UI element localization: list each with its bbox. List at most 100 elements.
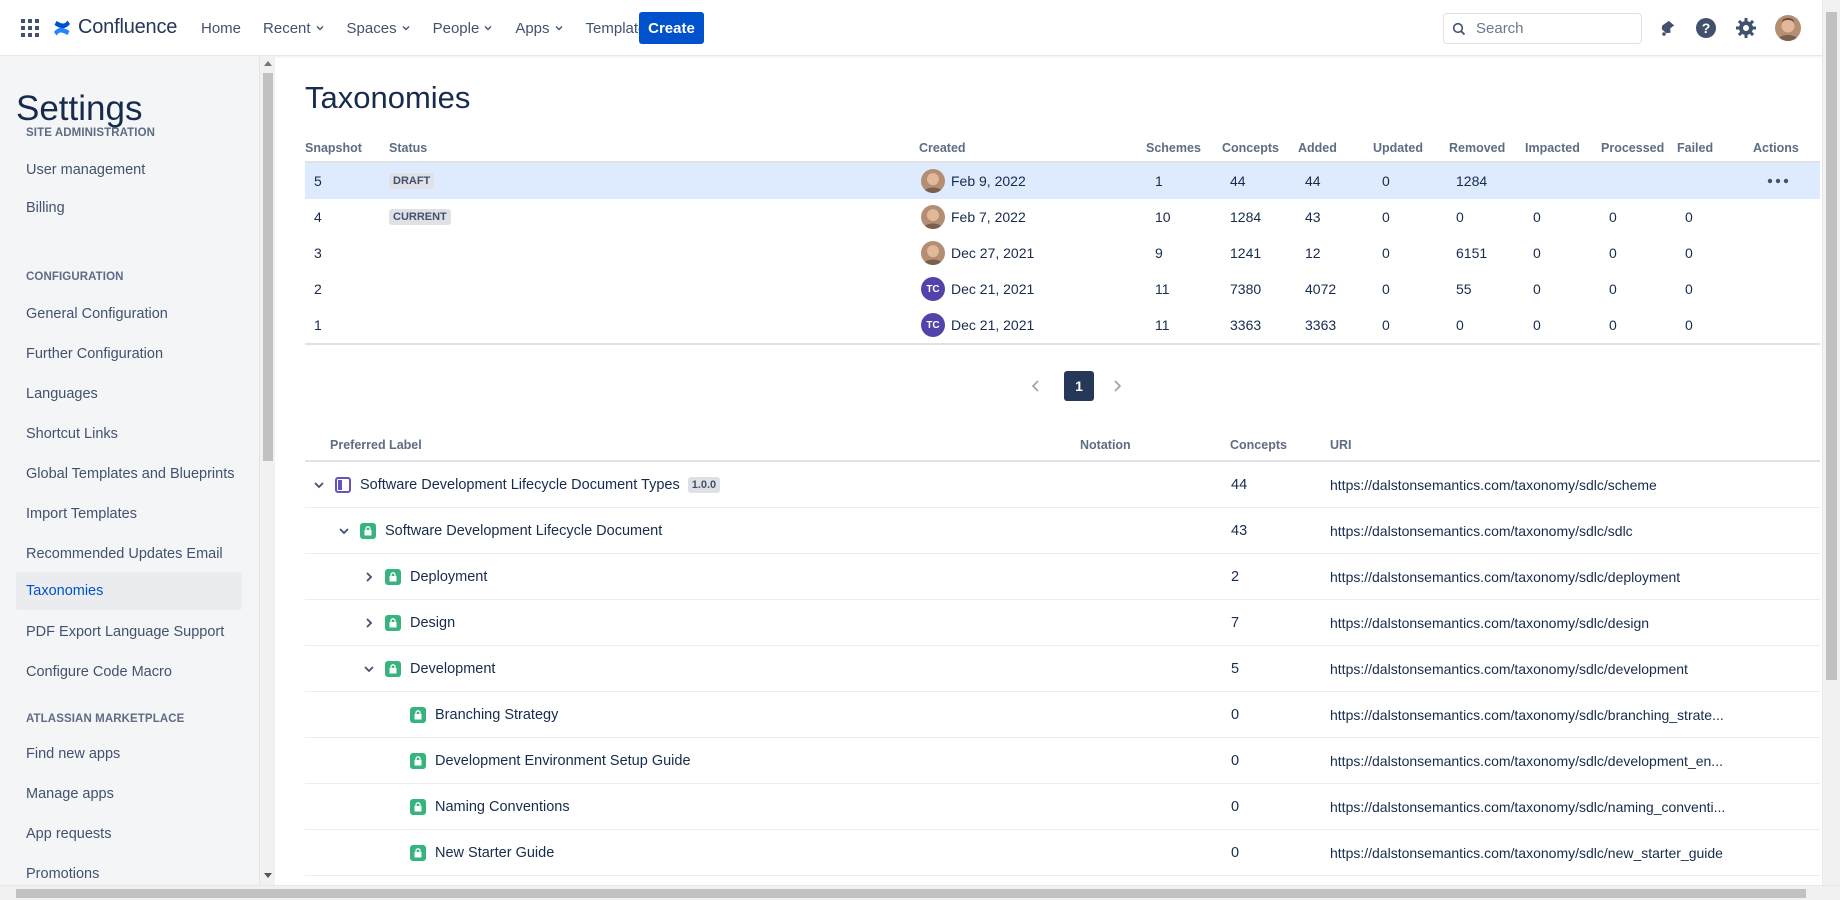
confluence-logo[interactable]: Confluence: [52, 16, 177, 39]
col-header-status[interactable]: Status: [389, 141, 427, 155]
settings-sidebar: Settings SITE ADMINISTRATION User manage…: [0, 57, 259, 885]
col-header-updated[interactable]: Updated: [1373, 141, 1423, 155]
notifications-icon[interactable]: [1656, 16, 1680, 40]
sidebar-item-manage-apps[interactable]: Manage apps: [16, 775, 242, 813]
scroll-up-arrow-icon[interactable]: [264, 61, 272, 66]
sidebar-item-promotions[interactable]: Promotions: [16, 855, 242, 885]
nav-home[interactable]: Home: [190, 0, 252, 56]
nav-people[interactable]: People: [422, 0, 505, 56]
nav-recent[interactable]: Recent: [252, 0, 336, 56]
col-header-notation[interactable]: Notation: [1080, 438, 1131, 452]
snapshot-row[interactable]: 3 Dec 27, 2021 9 1241 12 0 6151 0 0 0: [305, 235, 1820, 271]
snapshot-number: 1: [314, 317, 322, 333]
sidebar-item-user-management[interactable]: User management: [16, 151, 242, 189]
col-header-created[interactable]: Created: [919, 141, 966, 155]
col-header-concepts[interactable]: Concepts: [1230, 438, 1287, 452]
col-header-removed[interactable]: Removed: [1449, 141, 1505, 155]
sidebar-item-billing[interactable]: Billing: [16, 189, 242, 227]
tree-row[interactable]: Software Development Lifecycle Document …: [305, 508, 1820, 554]
removed-count: 6151: [1456, 245, 1488, 261]
avatar: [921, 241, 945, 265]
profile-avatar[interactable]: [1775, 15, 1801, 41]
tree-row[interactable]: Design 7 https://dalstonsemantics.com/ta…: [305, 600, 1820, 646]
nav-spaces[interactable]: Spaces: [336, 0, 422, 56]
tree-row[interactable]: Deployment 2 https://dalstonsemantics.co…: [305, 554, 1820, 600]
tree-row[interactable]: Development Environment Setup Guide 0 ht…: [305, 738, 1820, 784]
page-scrollbar-thumb[interactable]: [1826, 12, 1837, 680]
concepts-count: 2: [1231, 569, 1240, 585]
chevron-right-icon[interactable]: [361, 569, 377, 585]
page-hscrollbar-thumb[interactable]: [16, 889, 1806, 898]
sidebar-scrollbar-thumb[interactable]: [263, 73, 273, 461]
chevron-down-icon[interactable]: [361, 661, 377, 677]
tree-row[interactable]: Development 5 https://dalstonsemantics.c…: [305, 646, 1820, 692]
app-switcher-icon[interactable]: [20, 18, 40, 38]
col-header-schemes[interactable]: Schemes: [1146, 141, 1201, 155]
tree-row[interactable]: Software Development Lifecycle Document …: [305, 462, 1820, 508]
schemes-count: 11: [1155, 317, 1170, 333]
impacted-count: 0: [1533, 245, 1541, 261]
sidebar-item-pdf-export-language-support[interactable]: PDF Export Language Support: [16, 613, 242, 651]
col-header-snapshot[interactable]: Snapshot: [305, 141, 362, 155]
top-navigation: Confluence Home Recent Spaces People App…: [0, 0, 1822, 56]
scroll-down-arrow-icon[interactable]: [264, 873, 272, 878]
sidebar-item-shortcut-links[interactable]: Shortcut Links: [16, 415, 242, 453]
create-button[interactable]: Create: [639, 12, 704, 44]
nav-apps[interactable]: Apps: [504, 0, 574, 56]
sidebar-item-further-configuration[interactable]: Further Configuration: [16, 335, 242, 373]
chevron-down-icon[interactable]: [311, 477, 327, 493]
sidebar-item-general-configuration[interactable]: General Configuration: [16, 295, 242, 333]
concept-icon: [410, 753, 426, 769]
snapshot-row[interactable]: 4 CURRENT Feb 7, 2022 10 1284 43 0 0 0 0…: [305, 199, 1820, 235]
tree-row[interactable]: Branching Strategy 0 https://dalstonsema…: [305, 692, 1820, 738]
col-header-added[interactable]: Added: [1298, 141, 1337, 155]
search-icon: [1452, 22, 1466, 35]
preferred-label: Software Development Lifecycle Document …: [360, 477, 680, 493]
chevron-right-icon[interactable]: [361, 615, 377, 631]
concept-lock-icon: [389, 572, 397, 582]
chevron-left-icon[interactable]: [1029, 379, 1043, 393]
uri: https://dalstonsemantics.com/taxonomy/sd…: [1330, 615, 1650, 631]
updated-count: 0: [1382, 317, 1390, 333]
concepts-count: 0: [1231, 845, 1240, 861]
page-number-current[interactable]: 1: [1064, 371, 1094, 401]
snapshot-row[interactable]: 5 DRAFT Feb 9, 2022 1 44 44 0 1284: [305, 163, 1820, 199]
col-header-failed[interactable]: Failed: [1677, 141, 1713, 155]
added-count: 44: [1305, 173, 1321, 189]
page-vertical-scrollbar[interactable]: [1822, 0, 1840, 885]
search-input[interactable]: [1474, 19, 1634, 38]
more-actions-icon[interactable]: [1767, 177, 1789, 185]
col-header-processed[interactable]: Processed: [1601, 141, 1664, 155]
sidebar-item-configure-code-macro[interactable]: Configure Code Macro: [16, 653, 242, 691]
chevron-right-icon[interactable]: [1110, 379, 1124, 393]
snapshot-row[interactable]: 1 TC Dec 21, 2021 11 3363 3363 0 0 0 0 0: [305, 307, 1820, 343]
page-horizontal-scrollbar[interactable]: [0, 885, 1840, 900]
sidebar-title: Settings: [16, 89, 143, 128]
search-box[interactable]: [1443, 13, 1642, 44]
created-date: Feb 9, 2022: [951, 173, 1026, 189]
section-heading-atlassian-marketplace: ATLASSIAN MARKETPLACE: [26, 713, 185, 725]
sidebar-item-find-new-apps[interactable]: Find new apps: [16, 735, 242, 773]
col-header-uri[interactable]: URI: [1330, 438, 1352, 452]
col-header-preferred-label[interactable]: Preferred Label: [330, 438, 422, 452]
created-date: Feb 7, 2022: [951, 209, 1026, 225]
sidebar-item-import-templates[interactable]: Import Templates: [16, 495, 242, 533]
sidebar-item-recommended-updates-email[interactable]: Recommended Updates Email: [16, 535, 242, 573]
impacted-count: 0: [1533, 281, 1541, 297]
col-header-concepts[interactable]: Concepts: [1222, 141, 1279, 155]
sidebar-scrollbar[interactable]: [259, 57, 275, 885]
snapshot-row[interactable]: 2 TC Dec 21, 2021 11 7380 4072 0 55 0 0 …: [305, 271, 1820, 307]
tree-row[interactable]: Naming Conventions 0 https://dalstonsema…: [305, 784, 1820, 830]
sidebar-item-languages[interactable]: Languages: [16, 375, 242, 413]
help-icon[interactable]: ?: [1694, 16, 1718, 40]
sidebar-item-app-requests[interactable]: App requests: [16, 815, 242, 853]
preferred-label: Software Development Lifecycle Document: [385, 523, 663, 539]
sidebar-item-taxonomies[interactable]: Taxonomies: [16, 572, 242, 610]
col-header-impacted[interactable]: Impacted: [1525, 141, 1580, 155]
sidebar-item-global-templates[interactable]: Global Templates and Blueprints: [16, 455, 242, 493]
chevron-down-icon[interactable]: [336, 523, 352, 539]
settings-gear-icon[interactable]: [1734, 16, 1758, 40]
tree-row[interactable]: New Starter Guide 0 https://dalstonseman…: [305, 830, 1820, 876]
updated-count: 0: [1382, 209, 1390, 225]
preferred-label: New Starter Guide: [435, 845, 555, 861]
